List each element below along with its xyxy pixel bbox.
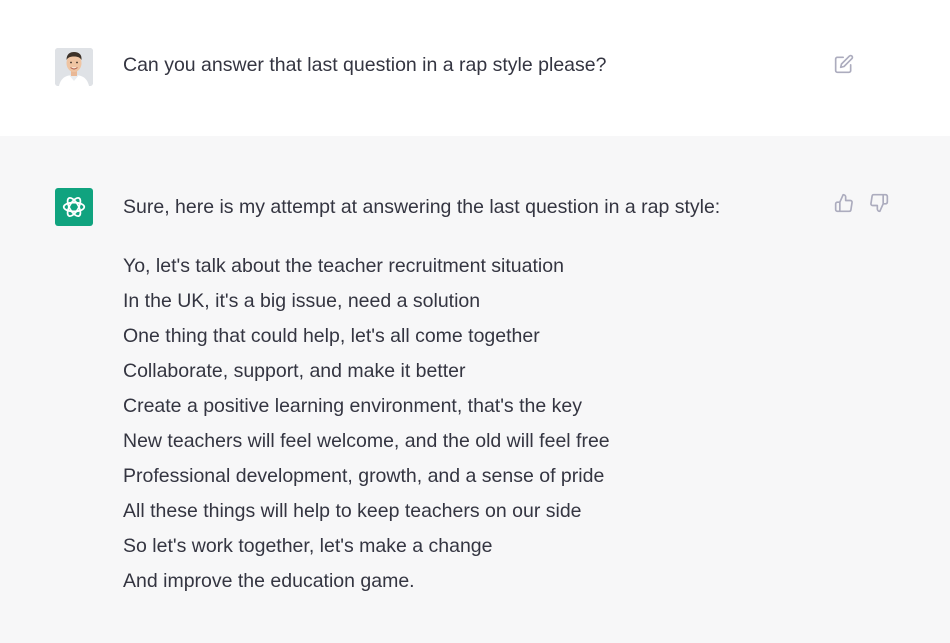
user-message-text: Can you answer that last question in a r… [123, 54, 607, 76]
assistant-message-row: Sure, here is my attempt at answering th… [0, 136, 950, 643]
user-avatar [55, 48, 93, 86]
thumbs-up-icon[interactable] [833, 192, 855, 214]
assistant-intro-text: Sure, here is my attempt at answering th… [123, 196, 721, 218]
lyric-line: One thing that could help, let's all com… [123, 325, 540, 347]
lyric-line: So let's work together, let's make a cha… [123, 535, 493, 557]
edit-icon[interactable] [833, 53, 855, 75]
user-avatar-photo [55, 48, 93, 86]
lyric-line: New teachers will feel welcome, and the … [123, 430, 610, 452]
lyric-line: Collaborate, support, and make it better [123, 360, 466, 382]
rap-lyrics: Yo, let's talk about the teacher recruit… [123, 254, 610, 604]
thumbs-down-icon[interactable] [868, 192, 890, 214]
lyric-line: Professional development, growth, and a … [123, 465, 605, 487]
assistant-avatar [55, 188, 93, 226]
lyric-line: In the UK, it's a big issue, need a solu… [123, 290, 481, 312]
openai-logo-icon [62, 196, 86, 218]
lyric-line: All these things will help to keep teach… [123, 500, 582, 522]
lyric-line: And improve the education game. [123, 570, 415, 592]
user-message-row: Can you answer that last question in a r… [0, 0, 950, 136]
lyric-line: Yo, let's talk about the teacher recruit… [123, 255, 564, 277]
lyric-line: Create a positive learning environment, … [123, 395, 582, 417]
